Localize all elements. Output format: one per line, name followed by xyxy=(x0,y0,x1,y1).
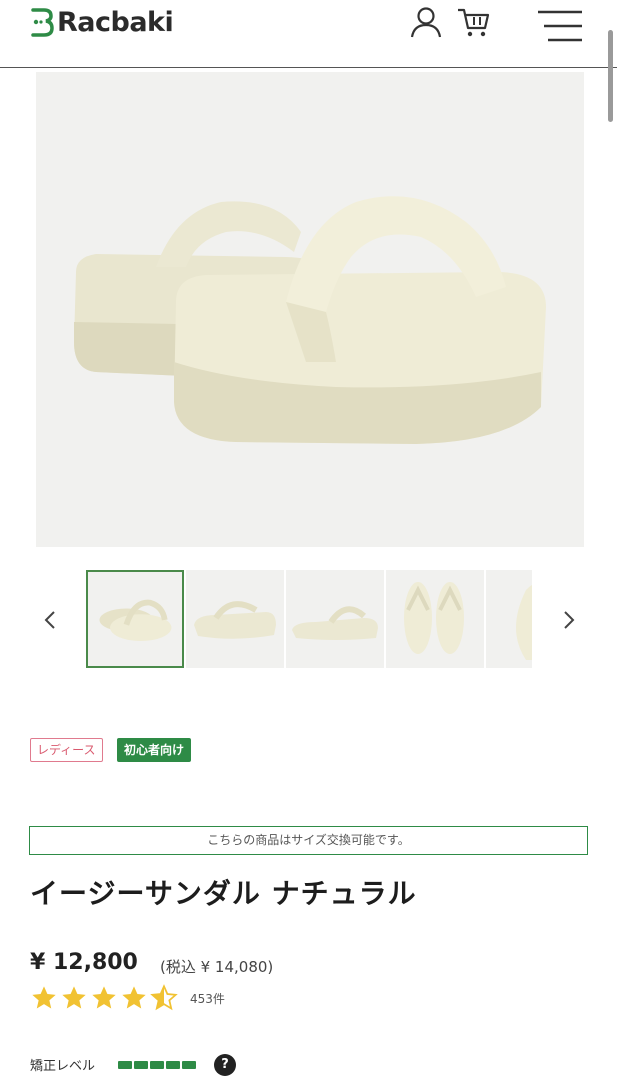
level-segment xyxy=(134,1061,148,1069)
level-segment xyxy=(182,1061,196,1069)
product-main-image[interactable] xyxy=(36,72,584,547)
star-full-icon xyxy=(122,986,146,1009)
thumbnail-strip xyxy=(86,570,532,670)
thumbnail-4[interactable] xyxy=(386,570,484,668)
product-title: イージーサンダル ナチュラル xyxy=(30,877,417,910)
star-half-icon xyxy=(150,984,178,1011)
thumbnail-sandal-angle-image xyxy=(516,585,532,660)
star-full-icon xyxy=(32,986,56,1009)
site-header: Racbaki xyxy=(0,0,617,68)
gallery-prev-icon[interactable] xyxy=(36,600,66,640)
thumbnail-sandal-side-image xyxy=(194,601,276,639)
user-icon[interactable] xyxy=(408,4,444,40)
hamburger-menu-icon[interactable] xyxy=(536,6,584,46)
brand-logo-mark-icon xyxy=(31,8,54,37)
gallery-next-icon[interactable] xyxy=(553,600,583,640)
rating-stars[interactable] xyxy=(30,984,178,1012)
level-segment xyxy=(150,1061,164,1069)
tag-beginner[interactable]: 初心者向け xyxy=(117,738,192,762)
product-price: ¥ 12,800 xyxy=(30,950,138,975)
correction-level-label: 矯正レベル xyxy=(30,1059,96,1074)
review-count[interactable]: 453件 xyxy=(190,990,225,1007)
help-icon[interactable]: ? xyxy=(214,1054,236,1076)
level-segment xyxy=(118,1061,132,1069)
page-scrollbar[interactable] xyxy=(608,30,613,122)
brand-name: Racbaki xyxy=(57,6,174,38)
product-price-tax: (税込 ¥ 14,080) xyxy=(160,958,274,976)
cart-icon[interactable] xyxy=(456,4,492,40)
tag-ladies[interactable]: レディース xyxy=(30,738,103,762)
thumbnail-sandal-profile-image xyxy=(292,606,378,640)
thumbnail-sandal-top-image xyxy=(404,582,464,654)
sandal-pair-image xyxy=(74,196,546,444)
star-full-icon xyxy=(92,986,116,1009)
thumbnail-3[interactable] xyxy=(286,570,384,668)
thumbnail-sandal-pair-image xyxy=(99,599,172,642)
star-full-icon xyxy=(62,986,86,1009)
brand-logo[interactable]: Racbaki xyxy=(30,2,174,42)
correction-level-bar xyxy=(118,1061,196,1069)
level-segment xyxy=(166,1061,180,1069)
thumbnail-1[interactable] xyxy=(86,570,184,668)
size-exchange-notice: こちらの商品はサイズ交換可能です。 xyxy=(29,826,588,855)
thumbnail-2[interactable] xyxy=(186,570,284,668)
thumbnail-5[interactable] xyxy=(486,570,532,668)
